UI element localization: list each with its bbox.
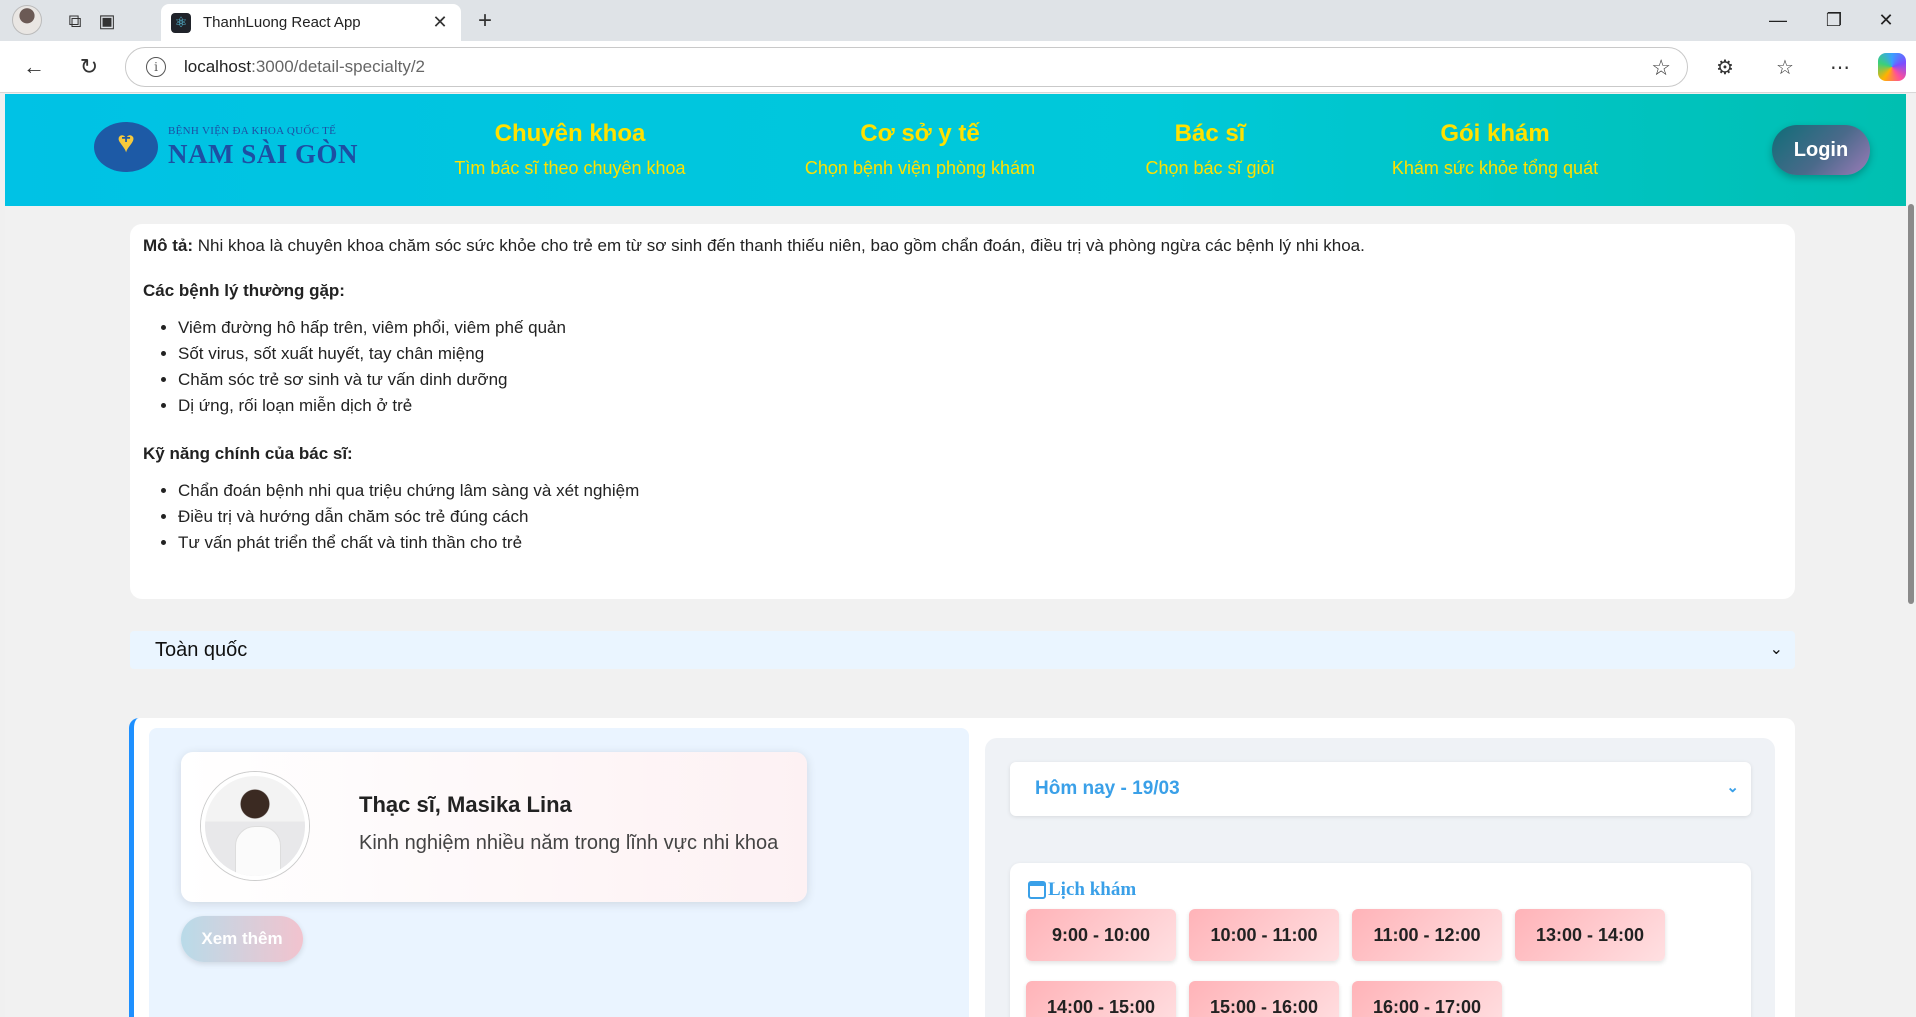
list-item: Chăm sóc trẻ sơ sinh và tư vấn dinh dưỡn…: [178, 367, 1782, 393]
scrollbar-thumb[interactable]: [1908, 204, 1914, 604]
time-slot-button[interactable]: 14:00 - 15:00: [1026, 981, 1176, 1017]
list-item: Điều trị và hướng dẫn chăm sóc trẻ đúng …: [178, 504, 1782, 530]
minimize-icon[interactable]: —: [1758, 6, 1798, 34]
close-tab-icon[interactable]: ✕: [429, 12, 451, 33]
site-header: ♥ + BỆNH VIỆN ĐA KHOA QUỐC TẾ NAM SÀI GÒN…: [5, 94, 1916, 206]
logo-line2: NAM SÀI GÒN: [168, 138, 359, 169]
logo-line1: BỆNH VIỆN ĐA KHOA QUỐC TẾ: [168, 124, 337, 137]
skills-heading: Kỹ năng chính của bác sĩ:: [143, 444, 353, 463]
menu-item-doctor[interactable]: Bác sĩ Chọn bác sĩ giỏi: [1120, 120, 1300, 179]
schedule-title: Lịch khám: [1028, 879, 1136, 901]
time-slot-button[interactable]: 13:00 - 14:00: [1515, 909, 1665, 961]
hospital-logo[interactable]: ♥ + BỆNH VIỆN ĐA KHOA QUỐC TẾ NAM SÀI GÒN: [94, 122, 358, 172]
province-select-value: Toàn quốc: [155, 638, 248, 661]
restore-icon[interactable]: ❐: [1814, 6, 1854, 34]
menu-title: Chuyên khoa: [494, 120, 646, 147]
date-select-value: Hôm nay - 19/03: [1035, 778, 1180, 799]
list-item: Dị ứng, rối loạn miễn dịch ở trẻ: [178, 393, 1782, 419]
close-window-icon[interactable]: ✕: [1866, 6, 1906, 34]
profile-avatar[interactable]: [12, 5, 42, 35]
list-item: Tư vấn phát triển thể chất và tinh thần …: [178, 530, 1782, 556]
address-bar: ← ↻ i localhost:3000/detail-specialty/2 …: [0, 41, 1916, 93]
diseases-list: Viêm đường hô hấp trên, viêm phổi, viêm …: [143, 315, 1782, 419]
more-icon[interactable]: ⋯: [1825, 53, 1855, 81]
description-lead: Mô tả: Nhi khoa là chuyên khoa chăm sóc …: [143, 236, 1365, 255]
star-icon[interactable]: ☆: [1651, 55, 1671, 81]
date-select[interactable]: Hôm nay - 19/03 ⌄: [1010, 762, 1751, 816]
page: ♥ + BỆNH VIỆN ĐA KHOA QUỐC TẾ NAM SÀI GÒN…: [5, 94, 1916, 1017]
login-button[interactable]: Login: [1772, 125, 1870, 175]
info-icon[interactable]: i: [146, 57, 166, 77]
extensions-icon[interactable]: ⚙: [1710, 53, 1740, 81]
province-select[interactable]: Toàn quốc ⌄: [130, 631, 1795, 669]
menu-title: Gói khám: [1440, 120, 1550, 147]
time-slot-button[interactable]: 10:00 - 11:00: [1189, 909, 1339, 961]
time-slot-button[interactable]: 9:00 - 10:00: [1026, 909, 1176, 961]
time-slot-button[interactable]: 16:00 - 17:00: [1352, 981, 1502, 1017]
menu-item-package[interactable]: Gói khám Khám sức khỏe tổng quát: [1375, 120, 1615, 179]
workspaces-icon[interactable]: ⧉: [62, 8, 88, 34]
doctor-profile: Thạc sĩ, Masika Lina Kinh nghiệm nhiều n…: [181, 752, 807, 902]
menu-title: Cơ sở y tế: [860, 120, 980, 147]
favorites-icon[interactable]: ☆: [1770, 53, 1800, 81]
url-input[interactable]: i localhost:3000/detail-specialty/2 ☆: [125, 47, 1688, 87]
menu-item-facility[interactable]: Cơ sở y tế Chọn bệnh viện phòng khám: [790, 120, 1050, 179]
doctor-avatar: [201, 772, 309, 880]
diseases-heading: Các bệnh lý thường gặp:: [143, 281, 345, 300]
doctor-info-panel: Thạc sĩ, Masika Lina Kinh nghiệm nhiều n…: [149, 728, 969, 1017]
list-item: Viêm đường hô hấp trên, viêm phổi, viêm …: [178, 315, 1782, 341]
doctor-card: Thạc sĩ, Masika Lina Kinh nghiệm nhiều n…: [129, 718, 1795, 1017]
menu-subtitle: Chọn bệnh viện phòng khám: [804, 158, 1036, 178]
menu-subtitle: Khám sức khỏe tổng quát: [1391, 158, 1599, 178]
chevron-down-icon: ⌄: [1769, 641, 1783, 658]
see-more-button[interactable]: Xem thêm: [181, 916, 303, 962]
tab-title: ThanhLuong React App: [203, 14, 361, 31]
list-item: Chẩn đoán bệnh nhi qua triệu chứng lâm s…: [178, 478, 1782, 504]
time-slot-button[interactable]: 15:00 - 16:00: [1189, 981, 1339, 1017]
url-text: localhost:3000/detail-specialty/2: [184, 57, 425, 76]
vertical-tabs-icon[interactable]: ▣: [94, 8, 120, 34]
react-icon: ⚛: [171, 12, 191, 33]
list-item: Sốt virus, sốt xuất huyết, tay chân miện…: [178, 341, 1782, 367]
copilot-icon[interactable]: [1877, 53, 1907, 81]
browser-tab-bar: ⧉ ▣ ⚛ ThanhLuong React App ✕ + — ❐ ✕: [0, 0, 1916, 41]
reload-icon[interactable]: ↻: [75, 53, 103, 81]
menu-subtitle: Chọn bác sĩ giỏi: [1145, 158, 1275, 178]
logo-heart-icon: ♥ +: [94, 122, 158, 172]
menu-title: Bác sĩ: [1174, 120, 1246, 147]
menu-item-specialty[interactable]: Chuyên khoa Tìm bác sĩ theo chuyên khoa: [445, 120, 695, 179]
calendar-icon: [1028, 881, 1046, 899]
menu-subtitle: Tìm bác sĩ theo chuyên khoa: [454, 158, 686, 178]
schedule-panel: Hôm nay - 19/03 ⌄ Lịch khám 9:00 - 10:00…: [985, 738, 1775, 1017]
chevron-down-icon: ⌄: [1726, 779, 1739, 796]
page-scrollbar[interactable]: [1906, 94, 1916, 1017]
specialty-description: Mô tả: Nhi khoa là chuyên khoa chăm sóc …: [130, 224, 1795, 599]
browser-tab[interactable]: ⚛ ThanhLuong React App ✕: [161, 4, 461, 41]
skills-list: Chẩn đoán bệnh nhi qua triệu chứng lâm s…: [143, 478, 1782, 556]
doctor-experience: Kinh nghiệm nhiều năm trong lĩnh vực nhi…: [359, 832, 779, 854]
schedule-box: Lịch khám 9:00 - 10:00 10:00 - 11:00 11:…: [1010, 863, 1751, 1017]
back-icon[interactable]: ←: [20, 53, 48, 81]
time-slot-button[interactable]: 11:00 - 12:00: [1352, 909, 1502, 961]
new-tab-icon[interactable]: +: [478, 7, 492, 35]
doctor-name: Thạc sĩ, Masika Lina: [359, 792, 572, 817]
